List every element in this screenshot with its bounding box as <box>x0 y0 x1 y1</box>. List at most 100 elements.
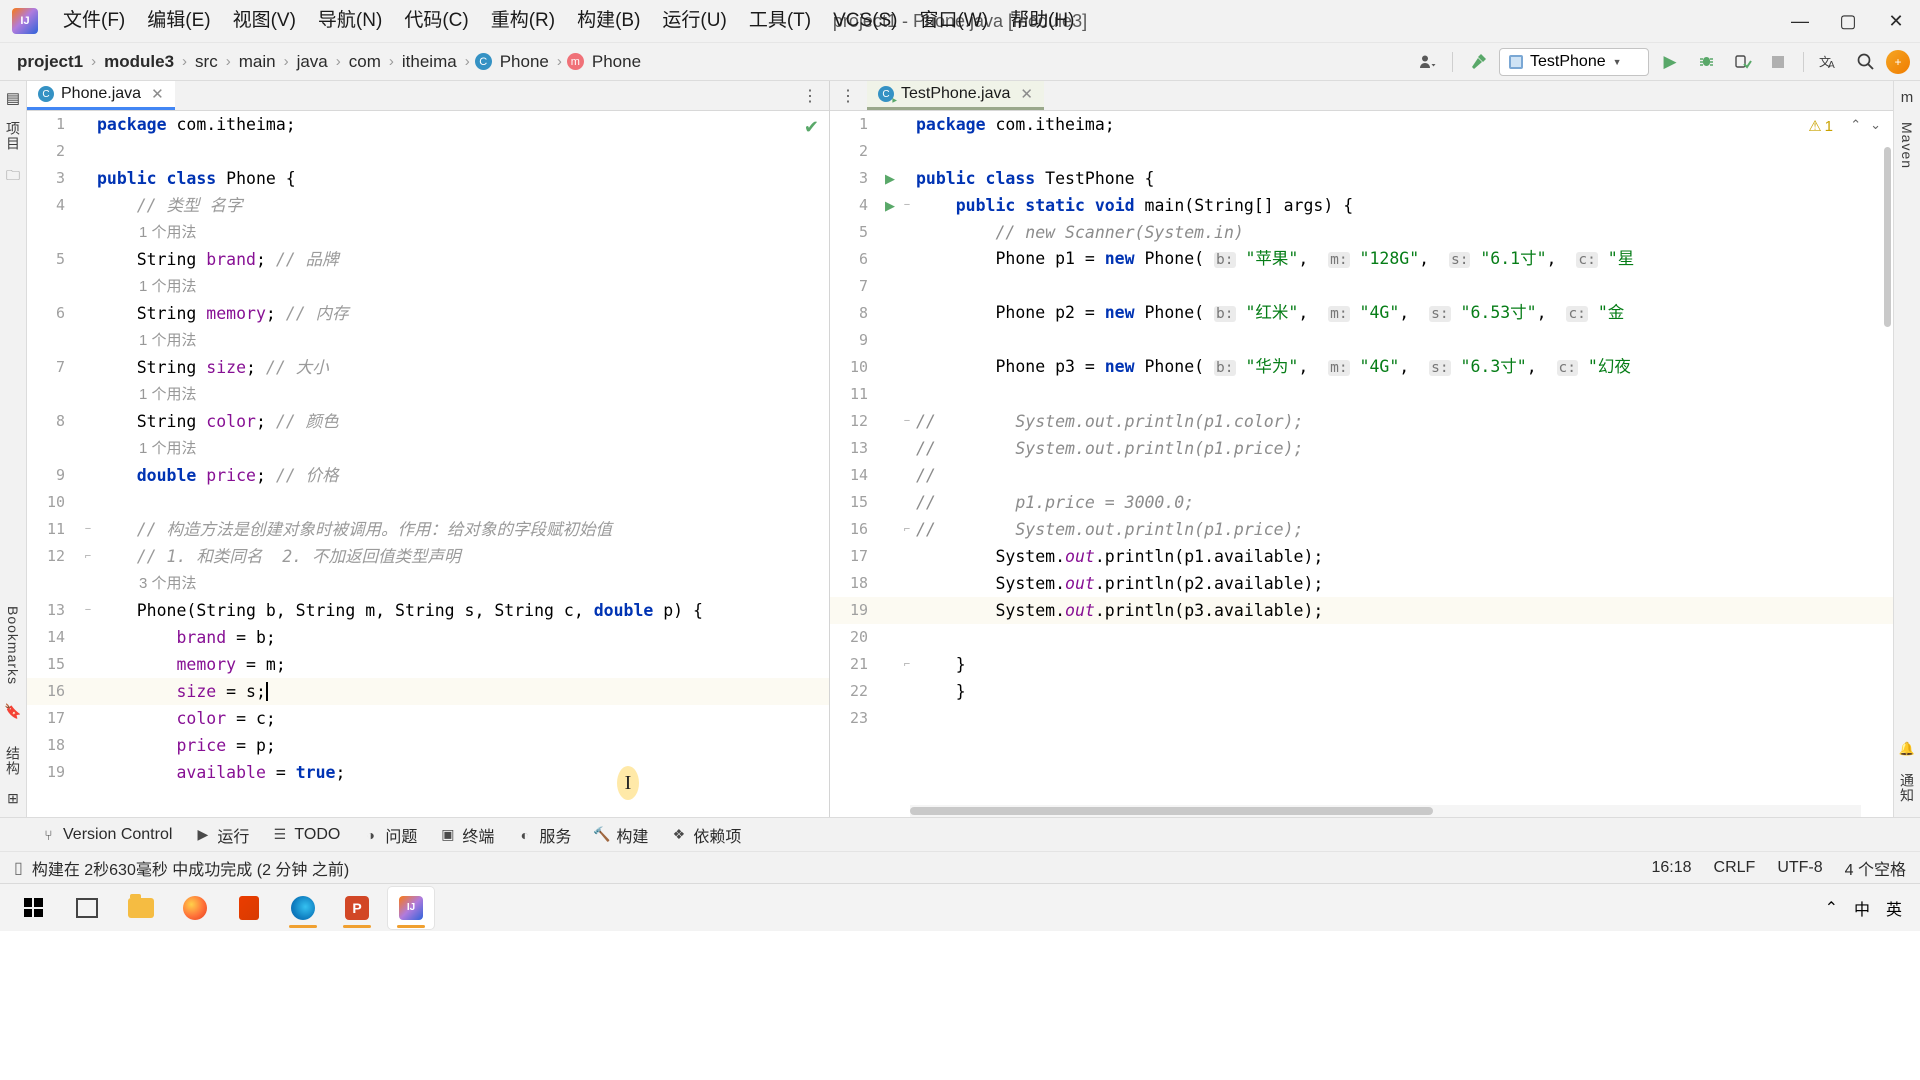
code-line[interactable]: 17 System.out.println(p1.available); <box>830 543 1893 570</box>
tool-window-依赖项[interactable]: ❖ 依赖项 <box>670 823 742 847</box>
breadcrumb-item-itheima[interactable]: itheima <box>399 51 460 73</box>
avatar[interactable]: + <box>1886 49 1910 74</box>
tool-window-问题[interactable]: ◑ 问题 <box>362 823 418 847</box>
editor-options-icon-right[interactable]: ⋮ <box>830 81 867 110</box>
office-button[interactable] <box>226 887 272 929</box>
menu-item-2[interactable]: 视图(V) <box>222 6 307 37</box>
debug-icon[interactable] <box>1691 48 1721 76</box>
ime-layout-indicator[interactable]: 中 <box>1854 896 1870 920</box>
sidebar-item-notifications[interactable]: 通知 <box>1897 773 1917 803</box>
close-icon[interactable]: ✕ <box>151 85 164 103</box>
code-line[interactable]: 3 ▶ public class TestPhone { <box>830 165 1893 192</box>
code-line[interactable]: 2 <box>27 138 829 165</box>
menu-item-0[interactable]: 文件(F) <box>52 6 136 37</box>
fold-gutter[interactable]: − <box>898 408 916 435</box>
usage-hint-row[interactable]: 1 个用法 <box>27 219 829 246</box>
run-button[interactable]: ▶ <box>1655 48 1685 76</box>
code-line[interactable]: 8 Phone p2 = new Phone( b: "红米", m: "4G"… <box>830 300 1893 327</box>
menu-item-1[interactable]: 编辑(E) <box>136 6 221 37</box>
sidebar-item-bookmarks[interactable]: Bookmarks <box>5 606 21 685</box>
code-line[interactable]: 11 <box>830 381 1893 408</box>
status-encoding[interactable]: UTF-8 <box>1777 859 1822 877</box>
menu-item-7[interactable]: 运行(U) <box>651 6 737 37</box>
chevron-up-icon[interactable]: ⌃ <box>1850 117 1861 133</box>
tool-window-服务[interactable]: ◐ 服务 <box>516 823 572 847</box>
code-line[interactable]: 13− Phone(String b, String m, String s, … <box>27 597 829 624</box>
coverage-icon[interactable] <box>1727 48 1757 76</box>
menu-item-8[interactable]: 工具(T) <box>738 6 822 37</box>
fold-gutter[interactable]: ⌐ <box>79 543 97 570</box>
usage-hint-label[interactable]: 1 个用法 <box>97 273 829 300</box>
run-gutter-icon[interactable]: ▶ <box>882 192 898 219</box>
code-line[interactable]: 19 available = true; <box>27 759 829 786</box>
breadcrumb-item-com[interactable]: com <box>346 51 384 73</box>
sidebar-item-maven[interactable]: Maven <box>1899 122 1915 169</box>
menu-item-6[interactable]: 构建(B) <box>566 6 651 37</box>
edge-button[interactable] <box>280 887 326 929</box>
code-line[interactable]: 1 package com.itheima; <box>27 111 829 138</box>
fold-gutter[interactable]: − <box>898 192 916 219</box>
code-line[interactable]: 20 <box>830 624 1893 651</box>
code-line[interactable]: 16 ⌐// System.out.println(p1.price); <box>830 516 1893 543</box>
ime-language-indicator[interactable]: 英 <box>1886 896 1902 920</box>
project-tool-icon[interactable]: ▤ <box>6 89 20 107</box>
code-line[interactable]: 8 String color; // 颜色 <box>27 408 829 435</box>
usage-hint-row[interactable]: 1 个用法 <box>27 327 829 354</box>
status-indent[interactable]: 4 个空格 <box>1845 856 1906 880</box>
tab-phone-java[interactable]: C Phone.java ✕ <box>27 81 175 110</box>
vertical-scrollbar[interactable] <box>1884 147 1891 327</box>
stop-button[interactable] <box>1763 48 1793 76</box>
menu-item-9[interactable]: VCS(S) <box>822 6 908 37</box>
code-lines-left[interactable]: 1 package com.itheima; 2 3 public class Phon… <box>27 111 829 817</box>
editor-options-icon[interactable]: ⋮ <box>792 81 829 110</box>
usage-hint-label[interactable]: 1 个用法 <box>97 381 829 408</box>
task-view-button[interactable] <box>64 887 110 929</box>
code-line[interactable]: 10 <box>27 489 829 516</box>
code-line[interactable]: 18 price = p; <box>27 732 829 759</box>
usage-hint-label[interactable]: 3 个用法 <box>97 570 829 597</box>
powerpoint-button[interactable]: P <box>334 887 380 929</box>
menu-item-3[interactable]: 导航(N) <box>307 6 393 37</box>
breadcrumb-item-src[interactable]: src <box>192 51 221 73</box>
code-line[interactable]: 21 ⌐ } <box>830 651 1893 678</box>
breadcrumb-item-module3[interactable]: module3 <box>101 51 177 73</box>
sidebar-item-project[interactable]: 项目 <box>3 121 23 151</box>
tray-chevron-icon[interactable]: ⌃ <box>1825 898 1838 918</box>
code-line[interactable]: 12 ⌐ // 1. 和类同名 2. 不加返回值类型声明 <box>27 543 829 570</box>
fold-gutter[interactable]: − <box>79 597 97 624</box>
usage-hint-row[interactable]: 1 个用法 <box>27 381 829 408</box>
firefox-button[interactable] <box>172 887 218 929</box>
tool-window-终端[interactable]: ▣ 终端 <box>439 823 494 847</box>
code-line[interactable]: 9 double price; // 价格 <box>27 462 829 489</box>
chevron-down-icon[interactable]: ⌄ <box>1870 117 1881 133</box>
breadcrumb-item-Phone[interactable]: m Phone <box>566 51 644 73</box>
code-line[interactable]: 14 // <box>830 462 1893 489</box>
code-lines-right[interactable]: 1 package com.itheima; 2 3 ▶ public class Tes… <box>830 111 1893 817</box>
code-line[interactable]: 5 String brand; // 品牌 <box>27 246 829 273</box>
run-gutter-icon[interactable]: ▶ <box>882 165 898 192</box>
fold-gutter[interactable]: ⌐ <box>898 651 916 678</box>
breadcrumb-item-project1[interactable]: project1 <box>14 51 86 73</box>
code-line[interactable]: 15 // p1.price = 3000.0; <box>830 489 1893 516</box>
structure-icon[interactable]: ⊞ <box>7 790 19 807</box>
breadcrumb-item-Phone[interactable]: C Phone <box>474 51 552 73</box>
hammer-icon[interactable] <box>1463 48 1493 76</box>
code-line[interactable]: 3 public class Phone { <box>27 165 829 192</box>
usage-hint-label[interactable]: 1 个用法 <box>97 435 829 462</box>
run-configuration-selector[interactable]: TestPhone ▼ <box>1499 47 1649 76</box>
status-line-separator[interactable]: CRLF <box>1714 859 1756 877</box>
code-line[interactable]: 14 brand = b; <box>27 624 829 651</box>
translate-icon[interactable]: 文A <box>1814 48 1844 76</box>
menu-item-11[interactable]: 帮助(H) <box>999 6 1085 37</box>
tool-window-TODO[interactable]: ☰ TODO <box>271 826 341 844</box>
bell-icon[interactable]: 🔔 <box>1899 741 1915 757</box>
menu-item-5[interactable]: 重构(R) <box>480 6 566 37</box>
code-line[interactable]: 4 // 类型 名字 <box>27 192 829 219</box>
fold-gutter[interactable]: − <box>79 516 97 543</box>
start-button[interactable] <box>10 887 56 929</box>
maximize-button[interactable]: ▢ <box>1824 0 1872 42</box>
code-line[interactable]: 18 System.out.println(p2.available); <box>830 570 1893 597</box>
code-line[interactable]: 6 Phone p1 = new Phone( b: "苹果", m: "128… <box>830 246 1893 273</box>
code-line[interactable]: 9 <box>830 327 1893 354</box>
code-line[interactable]: 2 <box>830 138 1893 165</box>
